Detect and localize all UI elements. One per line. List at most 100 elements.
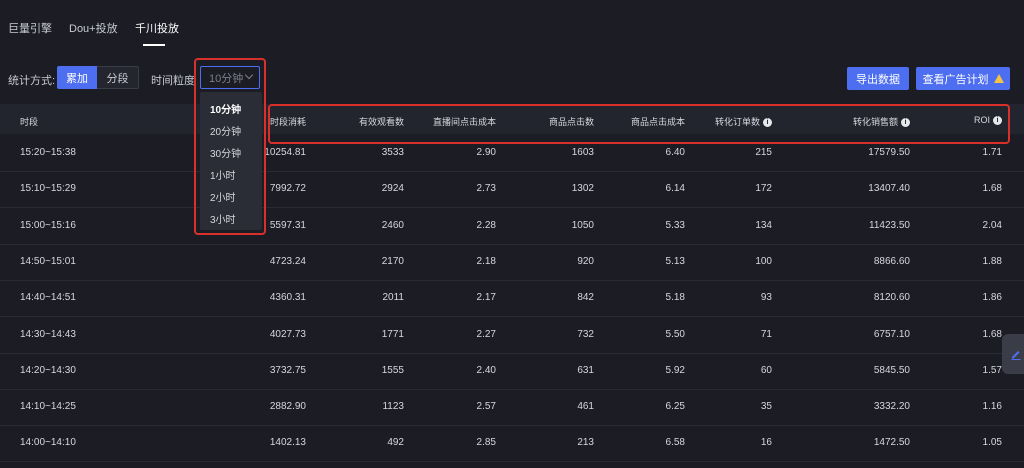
cell-conv-orders: 71	[760, 328, 772, 340]
cell-roi: 1.86	[982, 292, 1002, 304]
cell-live-click-cost: 2.18	[476, 255, 496, 267]
granularity-option-10min[interactable]: 10分钟	[210, 101, 241, 116]
row-divider	[0, 279, 1024, 281]
cell-live-click-cost: 2.73	[476, 183, 496, 195]
row-divider	[0, 207, 1024, 209]
cell-period: 15:20~15:38	[20, 147, 76, 158]
row-divider	[0, 461, 1024, 463]
granularity-label: 时间粒度	[151, 75, 195, 87]
view-ad-plan-button[interactable]: 查看广告计划	[916, 67, 1010, 90]
cell-conv-orders: 16	[760, 437, 772, 449]
cell-roi: 1.16	[982, 401, 1002, 413]
cell-period-cost: 2882.90	[269, 401, 306, 413]
cell-period: 15:00~15:16	[20, 219, 76, 231]
granularity-option-2h[interactable]: 2小时	[210, 189, 236, 204]
row-divider	[0, 388, 1024, 390]
top-tabs: 巨量引擎 Dou+投放 千川投放	[0, 0, 1024, 50]
cell-conv-sales: 8866.60	[873, 255, 910, 267]
cell-valid-views: 1555	[381, 364, 404, 376]
cell-roi: 1.05	[982, 437, 1002, 449]
cell-live-click-cost: 2.85	[476, 437, 496, 449]
cell-roi: 1.68	[982, 183, 1002, 195]
cell-conv-orders: 35	[760, 401, 772, 413]
cell-period-cost: 4360.31	[269, 292, 306, 304]
stat-mode-segment[interactable]: 分段	[97, 66, 139, 89]
cell-period-cost: 1402.13	[269, 437, 306, 449]
cell-live-click-cost: 2.57	[476, 401, 496, 413]
cell-period-cost: 4027.73	[269, 328, 306, 340]
cell-conv-sales: 1472.50	[873, 437, 910, 449]
cell-conv-orders: 93	[760, 292, 772, 304]
cell-product-clicks: 631	[577, 364, 594, 376]
stat-mode-label: 统计方式:	[8, 75, 56, 87]
cell-live-click-cost: 2.90	[476, 147, 496, 158]
granularity-option-3h[interactable]: 3小时	[210, 211, 236, 226]
cell-product-clicks: 920	[577, 255, 594, 267]
cell-period: 14:10~14:25	[20, 401, 76, 413]
cell-valid-views: 492	[387, 437, 404, 449]
cell-conv-orders: 60	[760, 364, 772, 376]
cell-period: 14:00~14:10	[20, 437, 76, 449]
granularity-option-30min[interactable]: 30分钟	[210, 145, 241, 160]
tab-juliang[interactable]: 巨量引擎	[8, 20, 52, 36]
warning-icon	[993, 74, 1004, 83]
header-period: 时段	[20, 117, 39, 127]
cell-product-clicks: 1050	[571, 219, 594, 231]
cell-live-click-cost: 2.27	[476, 328, 496, 340]
cell-product-click-cost: 6.40	[665, 147, 685, 158]
cell-roi: 1.68	[982, 328, 1002, 340]
row-divider	[0, 352, 1024, 354]
cell-valid-views: 1771	[381, 328, 404, 340]
cell-conv-orders: 215	[755, 147, 772, 158]
cell-product-clicks: 732	[577, 328, 594, 340]
cell-valid-views: 2170	[381, 255, 404, 267]
cell-period: 14:30~14:43	[20, 328, 76, 340]
cell-product-clicks: 842	[577, 292, 594, 304]
view-ad-plan-label: 查看广告计划	[922, 73, 989, 86]
cell-valid-views: 2011	[382, 292, 404, 304]
cell-conv-sales: 5845.50	[873, 364, 910, 376]
cell-product-click-cost: 5.18	[665, 292, 685, 304]
cell-period-cost: 3732.75	[269, 364, 306, 376]
cell-conv-sales: 11423.50	[869, 219, 910, 231]
cell-product-click-cost: 5.13	[665, 255, 685, 267]
cell-live-click-cost: 2.17	[476, 292, 496, 304]
cell-product-click-cost: 5.33	[665, 219, 685, 231]
cell-conv-sales: 13407.40	[868, 183, 910, 195]
cell-valid-views: 2460	[381, 219, 404, 231]
cell-period: 14:50~15:01	[20, 255, 76, 267]
cell-conv-sales: 8120.60	[873, 292, 910, 304]
tab-qianchuan[interactable]: 千川投放	[135, 20, 179, 36]
stat-mode-cumulative[interactable]: 累加	[57, 66, 97, 89]
cell-product-clicks: 1302	[571, 183, 594, 195]
cell-product-click-cost: 6.58	[665, 437, 685, 449]
cell-conv-orders: 100	[755, 255, 772, 267]
cell-conv-sales: 17579.50	[868, 147, 910, 158]
cell-live-click-cost: 2.40	[476, 364, 496, 376]
cell-conv-orders: 134	[755, 219, 772, 231]
cell-valid-views: 2924	[381, 183, 404, 195]
cell-roi: 1.88	[982, 255, 1002, 267]
cell-valid-views: 1123	[382, 401, 404, 413]
export-data-button[interactable]: 导出数据	[847, 67, 909, 90]
headers-highlight-box	[268, 104, 1010, 144]
granularity-option-20min[interactable]: 20分钟	[210, 123, 241, 138]
cell-product-click-cost: 5.92	[665, 364, 685, 376]
cell-product-click-cost: 5.50	[665, 328, 685, 340]
row-divider	[0, 316, 1024, 318]
row-divider	[0, 171, 1024, 172]
tab-dou-plus[interactable]: Dou+投放	[69, 20, 118, 36]
cell-conv-orders: 172	[755, 183, 772, 195]
floating-edit-button[interactable]	[1002, 334, 1024, 374]
cell-conv-sales: 6757.10	[873, 328, 910, 340]
cell-period: 14:40~14:51	[20, 292, 76, 304]
pencil-icon	[1011, 351, 1021, 360]
cell-period-cost: 4723.24	[269, 255, 306, 267]
cell-conv-sales: 3332.20	[873, 401, 910, 413]
row-divider	[0, 425, 1024, 427]
granularity-option-1h[interactable]: 1小时	[210, 167, 236, 182]
cell-product-click-cost: 6.25	[665, 401, 685, 413]
cell-period: 15:10~15:29	[20, 183, 76, 195]
cell-product-clicks: 213	[577, 437, 594, 449]
row-divider	[0, 243, 1024, 245]
